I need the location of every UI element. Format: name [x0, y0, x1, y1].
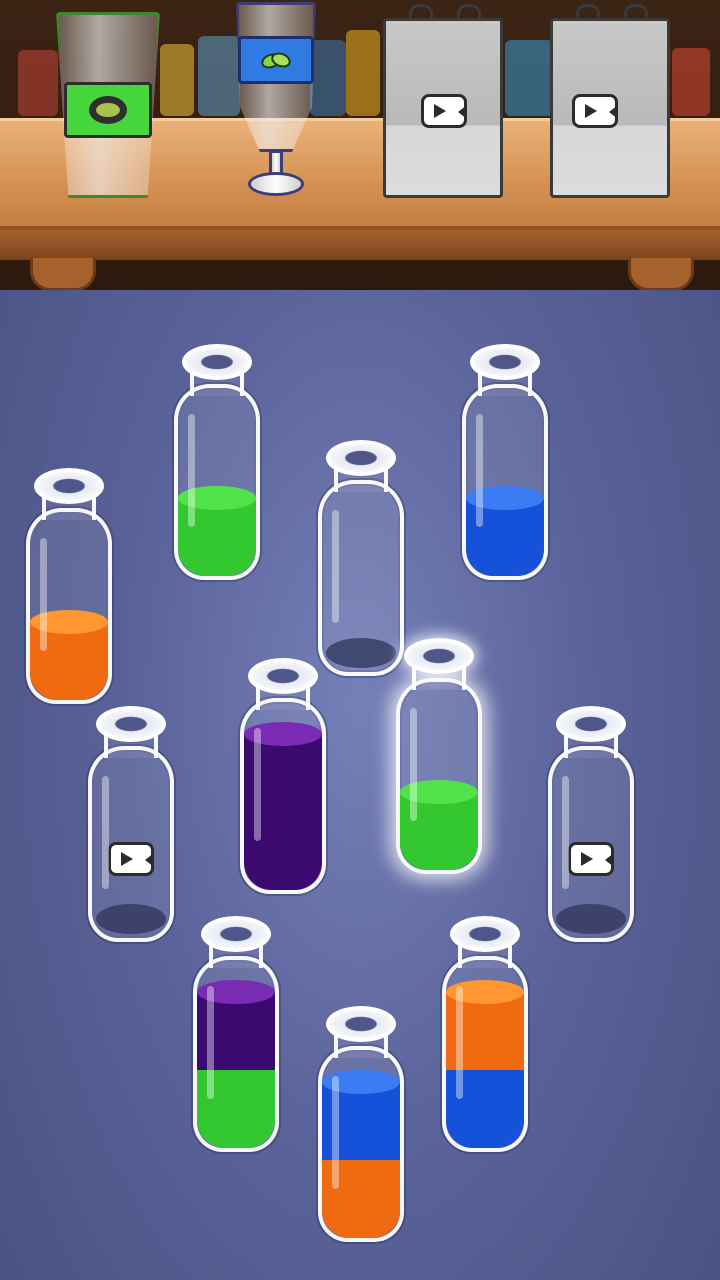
video-icon[interactable]	[421, 94, 467, 128]
bottle-shine	[102, 776, 109, 889]
background-product	[160, 44, 194, 116]
bottle-shine	[456, 986, 463, 1099]
bottle-shine	[40, 538, 47, 651]
bottle-shine	[254, 728, 261, 841]
bottle-1[interactable]	[26, 468, 112, 704]
bottle-5[interactable]	[88, 706, 174, 942]
bottle-6[interactable]	[240, 658, 326, 894]
shelf-bracket	[628, 258, 694, 290]
bottle-7[interactable]	[396, 638, 482, 874]
bottle-shine	[332, 510, 339, 623]
bottle-glass	[240, 698, 326, 894]
order-band	[238, 36, 314, 84]
avocado-icon	[89, 96, 127, 124]
bottle-rim	[201, 916, 271, 952]
bottle-shine	[476, 414, 483, 527]
game-screen	[0, 0, 720, 1280]
video-icon[interactable]	[572, 94, 618, 128]
bottle-10[interactable]	[318, 1006, 404, 1242]
order-bag-locked[interactable]	[550, 4, 674, 200]
bottle-rim	[326, 440, 396, 476]
video-icon[interactable]	[568, 842, 614, 876]
bottle-glass	[462, 384, 548, 580]
bottle-shine	[410, 708, 417, 821]
bottle-3[interactable]	[318, 440, 404, 676]
shelf-bracket	[30, 258, 96, 290]
bottle-9[interactable]	[193, 916, 279, 1152]
bottle-glass	[318, 480, 404, 676]
background-product	[18, 50, 58, 116]
bottle-shine	[332, 1076, 339, 1189]
bottle-8[interactable]	[548, 706, 634, 942]
shelf-area	[0, 0, 720, 290]
bottle-rim	[470, 344, 540, 380]
bottle-rim	[326, 1006, 396, 1042]
bottle-glass	[442, 956, 528, 1152]
order-band	[64, 82, 152, 138]
bottle-glass	[396, 678, 482, 874]
bottle-4[interactable]	[462, 344, 548, 580]
background-product	[505, 40, 553, 116]
order-goblet-leaf[interactable]	[236, 2, 316, 198]
bottle-rim	[182, 344, 252, 380]
bottle-rim	[96, 706, 166, 742]
bottle-shine	[188, 414, 195, 527]
bottle-rim	[248, 658, 318, 694]
video-icon[interactable]	[108, 842, 154, 876]
bottle-shine	[562, 776, 569, 889]
bottle-glass	[193, 956, 279, 1152]
bottle-shine	[207, 986, 214, 1099]
bottle-glass	[26, 508, 112, 704]
bottle-11[interactable]	[442, 916, 528, 1152]
order-bag-locked[interactable]	[383, 4, 507, 200]
background-product	[198, 36, 240, 116]
background-product	[672, 48, 710, 116]
bottle-empty-bottom	[96, 904, 166, 934]
bottle-rim	[34, 468, 104, 504]
order-cup-avocado[interactable]	[56, 12, 160, 198]
bottle-2[interactable]	[174, 344, 260, 580]
background-product	[346, 30, 380, 116]
bottle-rim	[404, 638, 474, 674]
bottle-glass	[318, 1046, 404, 1242]
bottle-rim	[450, 916, 520, 952]
leaf-icon	[261, 52, 291, 69]
goblet-base	[248, 172, 304, 196]
counter-edge	[0, 230, 720, 260]
bottle-empty-bottom	[326, 638, 396, 668]
bottle-rim	[556, 706, 626, 742]
bottle-empty-bottom	[556, 904, 626, 934]
bottle-glass	[174, 384, 260, 580]
